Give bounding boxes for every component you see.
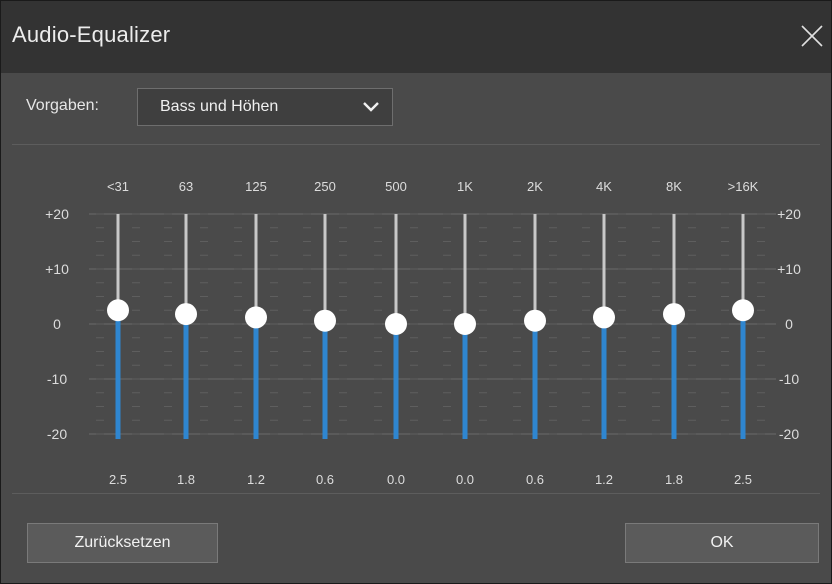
band-frequency-label: 250 [314, 179, 336, 194]
slider-knob[interactable] [732, 299, 754, 322]
preset-selected-value: Bass und Höhen [160, 98, 279, 115]
scale-right-label: -20 [779, 426, 799, 442]
band-frequency-label: 125 [245, 179, 267, 194]
slider-knob[interactable] [175, 303, 197, 326]
band-slider-4k[interactable]: 4K 1.2 [593, 179, 615, 487]
scale-left-label: -20 [47, 426, 67, 442]
slider-knob[interactable] [385, 313, 407, 335]
scale-right-label: +20 [777, 206, 801, 222]
reset-button[interactable]: Zurücksetzen [27, 523, 218, 563]
band-frequency-label: 8K [666, 179, 682, 194]
band-slider-500[interactable]: 500 0.0 [385, 179, 407, 487]
chevron-down-icon [362, 100, 380, 119]
slider-knob[interactable] [524, 309, 546, 332]
slider-knob[interactable] [314, 309, 336, 332]
scale-left-label: +10 [45, 261, 69, 277]
band-value-label: 1.2 [595, 472, 613, 487]
band-value-label: 1.8 [665, 472, 683, 487]
band-frequency-label: 63 [179, 179, 193, 194]
slider-knob[interactable] [593, 306, 615, 329]
band-value-label: 1.2 [247, 472, 265, 487]
slider-knob[interactable] [245, 306, 267, 329]
scale-left-label: -10 [47, 371, 67, 387]
slider-knob[interactable] [663, 303, 685, 326]
divider-top [12, 144, 820, 145]
band-value-label: 0.6 [526, 472, 544, 487]
band-frequency-label: 4K [596, 179, 612, 194]
scale-left-label: 0 [53, 316, 61, 332]
close-icon[interactable] [799, 23, 825, 49]
band-value-label: 1.8 [177, 472, 195, 487]
band-slider-2k[interactable]: 2K 0.6 [524, 179, 546, 487]
ok-button[interactable]: OK [625, 523, 819, 563]
band-value-label: 0.0 [456, 472, 474, 487]
band-value-label: 0.6 [316, 472, 334, 487]
slider-knob[interactable] [454, 313, 476, 335]
scale-right-label: -10 [779, 371, 799, 387]
band-slider-250[interactable]: 250 0.6 [314, 179, 336, 487]
scale-right-label: 0 [785, 316, 793, 332]
band-slider-16k[interactable]: >16K 2.5 [728, 179, 759, 487]
equalizer-dialog: Audio-Equalizer Vorgaben: Bass und Höhen… [0, 0, 832, 584]
band-slider-1k[interactable]: 1K 0.0 [454, 179, 476, 487]
equalizer-panel: +20 +20+10 +100 0-10 -10-20 -20<312.5631.8125… [45, 179, 801, 487]
preset-label: Vorgaben: [26, 97, 99, 114]
band-slider-31[interactable]: <31 2.5 [107, 179, 129, 487]
scale-right-label: +10 [777, 261, 801, 277]
band-frequency-label: 2K [527, 179, 543, 194]
band-slider-125[interactable]: 125 1.2 [245, 179, 267, 487]
band-frequency-label: >16K [728, 179, 759, 194]
band-slider-8k[interactable]: 8K 1.8 [663, 179, 685, 487]
band-slider-63[interactable]: 631.8 [175, 179, 197, 487]
slider-knob[interactable] [107, 299, 129, 322]
divider-bottom [12, 493, 820, 494]
title-bar: Audio-Equalizer [1, 1, 831, 73]
band-frequency-label: <31 [107, 179, 129, 194]
band-value-label: 2.5 [109, 472, 127, 487]
preset-dropdown[interactable]: Bass und Höhen [137, 88, 393, 126]
dialog-title: Audio-Equalizer [12, 22, 171, 47]
band-value-label: 0.0 [387, 472, 405, 487]
band-value-label: 2.5 [734, 472, 752, 487]
band-frequency-label: 500 [385, 179, 407, 194]
scale-left-label: +20 [45, 206, 69, 222]
band-frequency-label: 1K [457, 179, 473, 194]
